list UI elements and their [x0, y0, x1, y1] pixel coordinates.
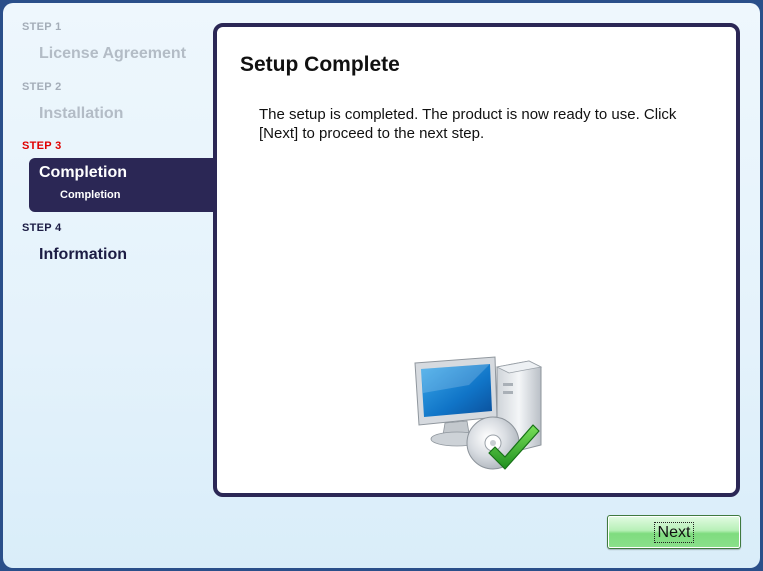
- next-button-label: Next: [653, 521, 695, 543]
- computer-cd-checkmark-icon: [414, 356, 543, 470]
- content-panel: Setup Complete The setup is completed. T…: [213, 23, 740, 497]
- step-2-title: Installation: [39, 105, 124, 122]
- step-2-label: STEP 2: [22, 81, 62, 93]
- step-3-title: Completion: [39, 164, 127, 181]
- setup-window: STEP 1 License Agreement STEP 2 Installa…: [3, 3, 760, 568]
- step-3-substep: Completion: [60, 189, 121, 201]
- step-1-title: License Agreement: [39, 45, 187, 62]
- step-4-title: Information: [39, 246, 127, 263]
- setup-description: The setup is completed. The product is n…: [259, 106, 677, 142]
- step-sidebar: STEP 1 License Agreement STEP 2 Installa…: [3, 3, 215, 568]
- next-button[interactable]: Next: [607, 515, 741, 549]
- step-3-label: STEP 3: [22, 140, 62, 152]
- page-title: Setup Complete: [240, 53, 400, 76]
- current-step-highlight: Completion Completion: [29, 158, 215, 212]
- step-4-label: STEP 4: [22, 222, 62, 234]
- step-1-label: STEP 1: [22, 21, 62, 33]
